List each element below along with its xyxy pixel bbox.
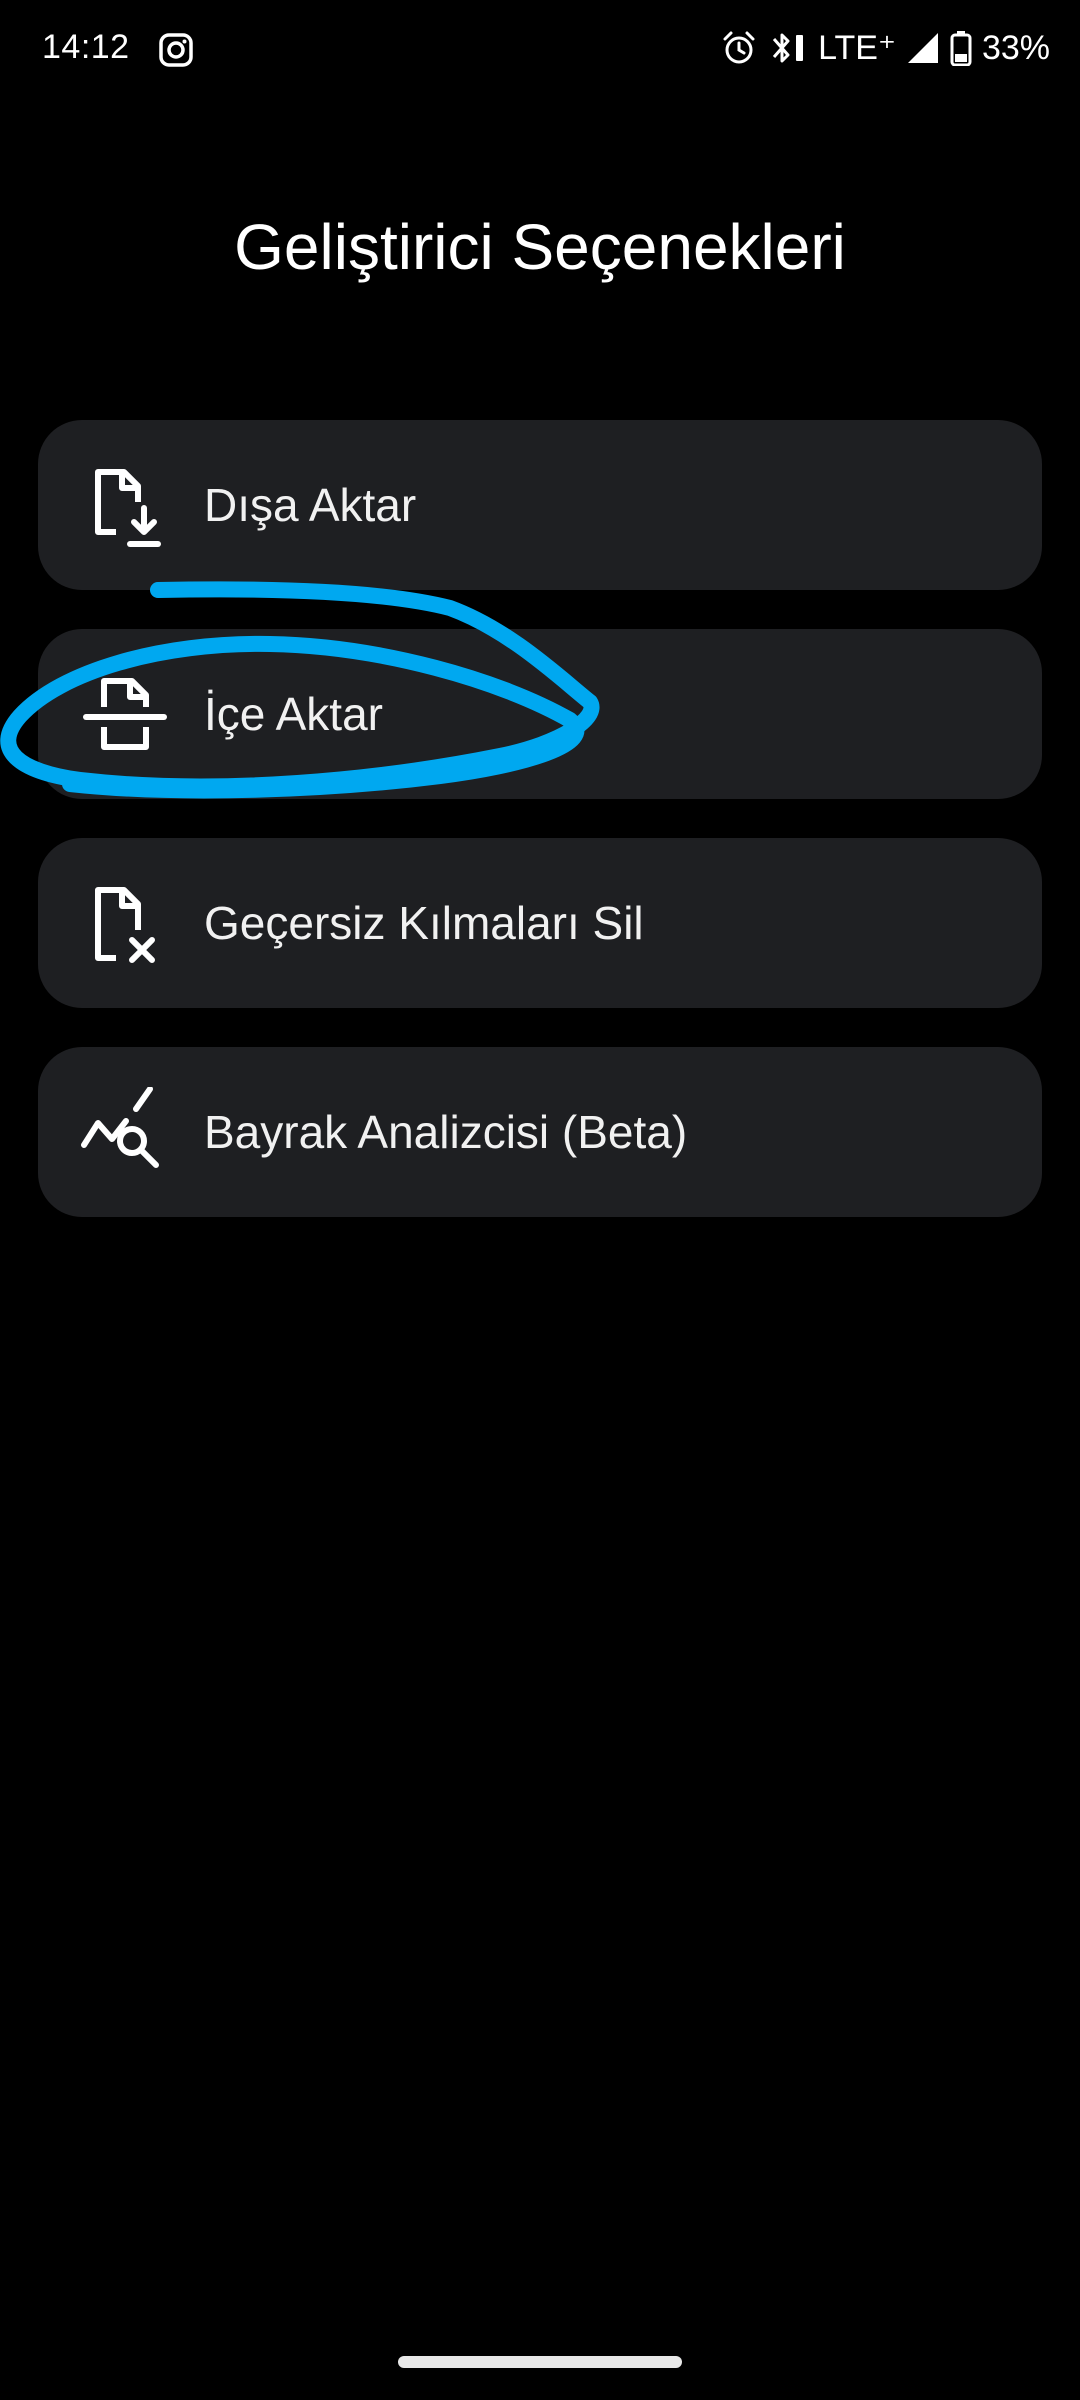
battery-icon <box>950 31 972 66</box>
signal-icon <box>907 33 938 63</box>
file-delete-icon <box>95 887 155 963</box>
instagram-icon <box>159 33 193 67</box>
file-download-icon <box>95 469 161 547</box>
status-bar: 14:12 LTE⁺ 33% <box>0 0 1080 100</box>
status-icons: LTE⁺ 33% <box>720 26 1050 70</box>
network-type: LTE⁺ <box>818 29 896 67</box>
flag-analyzer-button[interactable]: Bayrak Analizcisi (Beta) <box>38 1047 1042 1217</box>
import-label: İçe Aktar <box>204 688 383 740</box>
file-import-icon <box>83 678 167 750</box>
chart-search-icon <box>81 1087 159 1168</box>
delete-overrides-button[interactable]: Geçersiz Kılmaları Sil <box>38 838 1042 1008</box>
flag-analyzer-label: Bayrak Analizcisi (Beta) <box>204 1106 688 1158</box>
export-button[interactable]: Dışa Aktar <box>38 420 1042 590</box>
bluetooth-icon <box>773 33 804 63</box>
battery-percent: 33% <box>981 28 1050 67</box>
status-time: 14:12 <box>42 28 130 66</box>
alarm-icon <box>723 31 755 64</box>
export-label: Dışa Aktar <box>204 479 417 531</box>
developer-options-list: Dışa Aktar İçe Aktar Geçersiz Kılmaları … <box>38 420 1042 1256</box>
home-indicator[interactable] <box>398 2356 682 2368</box>
delete-overrides-label: Geçersiz Kılmaları Sil <box>204 897 644 949</box>
page-title: Geliştirici Seçenekleri <box>234 211 846 283</box>
import-button[interactable]: İçe Aktar <box>38 629 1042 799</box>
